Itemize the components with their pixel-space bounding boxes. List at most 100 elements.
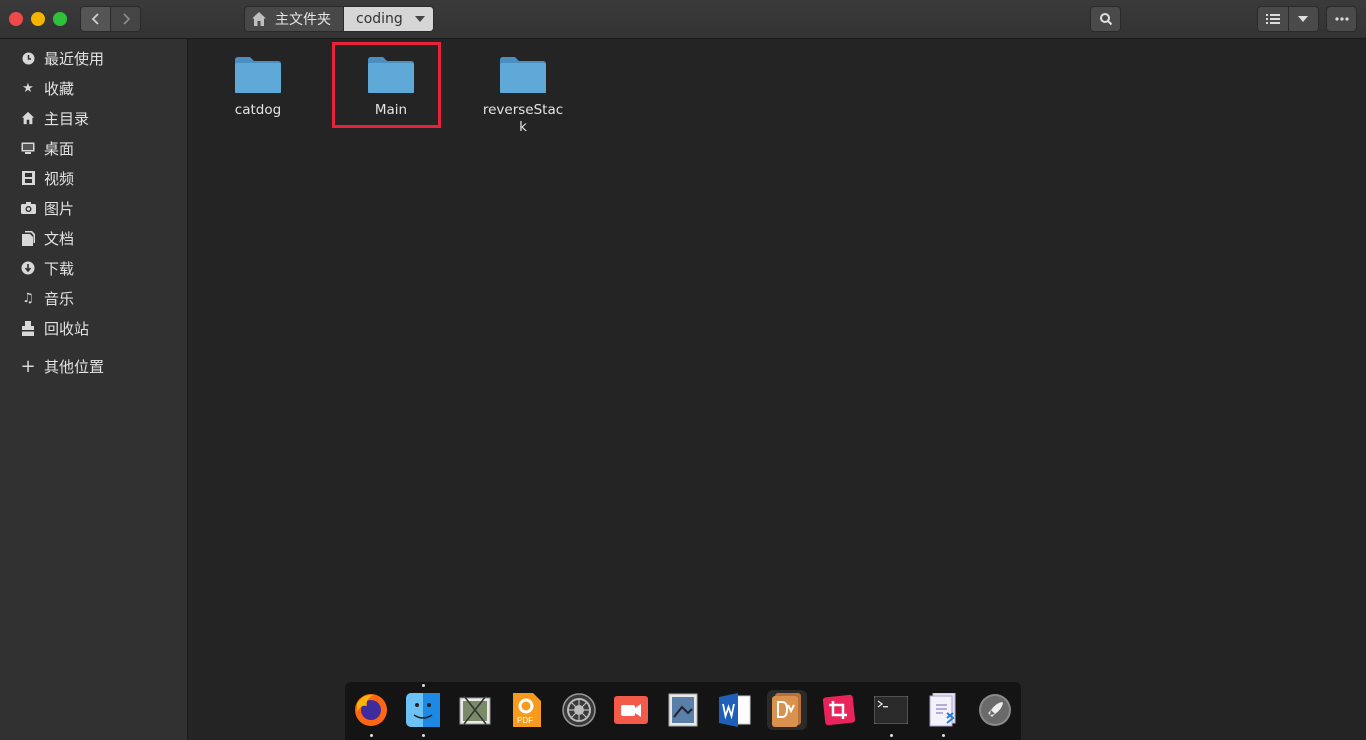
sidebar-item-recent[interactable]: 最近使用	[0, 43, 187, 73]
sidebar-item-documents[interactable]: 文档	[0, 223, 187, 253]
sidebar-item-label: 图片	[44, 199, 75, 218]
trash-icon	[20, 320, 36, 336]
path-home-label: 主文件夹	[275, 12, 331, 28]
sidebar-item-videos[interactable]: 视频	[0, 163, 187, 193]
download-icon	[20, 260, 36, 276]
sidebar-item-label: 其他位置	[44, 357, 105, 376]
search-button[interactable]	[1090, 6, 1121, 32]
running-indicator	[422, 684, 425, 687]
sidebar-item-label: 文档	[44, 229, 75, 248]
dock-screenshot[interactable]	[455, 690, 495, 730]
running-indicator	[422, 734, 425, 737]
firefox-icon	[355, 694, 387, 726]
sidebar-item-trash[interactable]: 回收站	[0, 313, 187, 343]
home-icon	[252, 12, 266, 26]
camera-icon	[20, 200, 36, 216]
chevron-left-icon	[91, 13, 99, 25]
dock-preview[interactable]	[663, 690, 703, 730]
sidebar-item-label: 桌面	[44, 139, 75, 158]
window-maximize-button[interactable]	[53, 12, 67, 26]
more-icon	[1334, 17, 1349, 21]
plus-icon: +	[20, 355, 36, 377]
running-indicator	[890, 734, 893, 737]
clock-icon	[20, 50, 36, 66]
dock-word[interactable]	[715, 690, 755, 730]
svg-text:PDF: PDF	[517, 716, 533, 725]
vscode-icon	[929, 693, 956, 727]
path-home-button[interactable]: 主文件夹	[244, 6, 344, 32]
terminal-icon	[874, 696, 908, 724]
sidebar-item-label: 主目录	[44, 109, 90, 128]
sidebar-item-label: 最近使用	[44, 49, 105, 68]
list-icon	[1265, 14, 1280, 24]
sidebar-item-downloads[interactable]: 下载	[0, 253, 187, 283]
list-view-button[interactable]	[1258, 7, 1289, 31]
file-view: catdog Main reverseStack	[188, 39, 1366, 740]
file-name: catdog	[234, 102, 282, 118]
sidebar-item-other-locations[interactable]: + 其他位置	[0, 351, 187, 381]
chevron-right-icon	[122, 13, 130, 25]
back-button[interactable]	[81, 7, 111, 31]
sidebar-item-label: 收藏	[44, 79, 75, 98]
view-options-group	[1257, 6, 1319, 32]
dock: PDF	[345, 682, 1021, 740]
video-camera-icon	[614, 696, 648, 724]
dock-launchpad[interactable]	[975, 690, 1015, 730]
finder-icon	[406, 693, 440, 727]
star-icon: ★	[22, 80, 34, 96]
forward-button[interactable]	[111, 7, 140, 31]
sidebar-item-desktop[interactable]: 桌面	[0, 133, 187, 163]
menu-button[interactable]	[1326, 6, 1357, 32]
header-bar: 主文件夹 coding	[0, 0, 1366, 39]
chevron-down-icon	[414, 16, 425, 22]
search-icon	[1099, 13, 1112, 26]
dock-settings[interactable]	[559, 690, 599, 730]
folder-item[interactable]: catdog	[208, 56, 308, 119]
dock-crop-tool[interactable]	[819, 690, 859, 730]
dock-terminal[interactable]	[871, 690, 911, 730]
film-icon	[20, 170, 36, 186]
running-indicator	[370, 734, 373, 737]
desktop-icon	[20, 140, 36, 156]
sidebar: 最近使用 ★ 收藏 主目录 桌面 视频 图片 文档 下载 ♫ 音乐 回收站 + …	[0, 39, 188, 740]
screenshot-icon	[459, 695, 491, 725]
gear-icon	[562, 693, 596, 727]
dock-pdf-reader[interactable]: PDF	[507, 690, 547, 730]
word-icon	[719, 693, 751, 727]
file-manager-window: 主文件夹 coding 最近使用 ★ 收藏 主目录 桌面 视频 图片 文档 下载…	[0, 0, 1366, 740]
folder-icon	[500, 57, 546, 93]
path-current-label: coding	[356, 11, 403, 27]
rocket-icon	[979, 694, 1011, 726]
navigation-buttons	[80, 6, 141, 32]
dictionary-icon	[772, 693, 801, 727]
dock-firefox[interactable]	[351, 690, 391, 730]
dock-finder[interactable]	[403, 690, 443, 730]
pdf-reader-icon: PDF	[513, 693, 541, 727]
sidebar-item-label: 视频	[44, 169, 75, 188]
crop-icon	[822, 694, 856, 726]
file-name: reverseStack	[482, 102, 564, 135]
window-close-button[interactable]	[9, 12, 23, 26]
running-indicator	[942, 734, 945, 737]
home-icon	[20, 110, 36, 126]
sidebar-item-label: 音乐	[44, 289, 75, 308]
sidebar-item-starred[interactable]: ★ 收藏	[0, 73, 187, 103]
dock-vscode[interactable]	[923, 690, 963, 730]
document-icon	[20, 230, 36, 246]
folder-icon	[235, 57, 281, 93]
highlight-box	[332, 42, 441, 128]
view-dropdown-button[interactable]	[1288, 7, 1318, 31]
music-icon: ♫	[22, 290, 34, 306]
folder-item[interactable]: reverseStack	[473, 56, 573, 136]
window-minimize-button[interactable]	[31, 12, 45, 26]
sidebar-item-label: 下载	[44, 259, 75, 278]
preview-icon	[668, 693, 698, 727]
dock-screen-recorder[interactable]	[611, 690, 651, 730]
sidebar-item-home[interactable]: 主目录	[0, 103, 187, 133]
dock-dictionary[interactable]	[767, 690, 807, 730]
path-bar: 主文件夹 coding	[244, 6, 434, 32]
path-current-button[interactable]: coding	[344, 6, 434, 32]
sidebar-item-label: 回收站	[44, 319, 90, 338]
sidebar-item-music[interactable]: ♫ 音乐	[0, 283, 187, 313]
sidebar-item-pictures[interactable]: 图片	[0, 193, 187, 223]
